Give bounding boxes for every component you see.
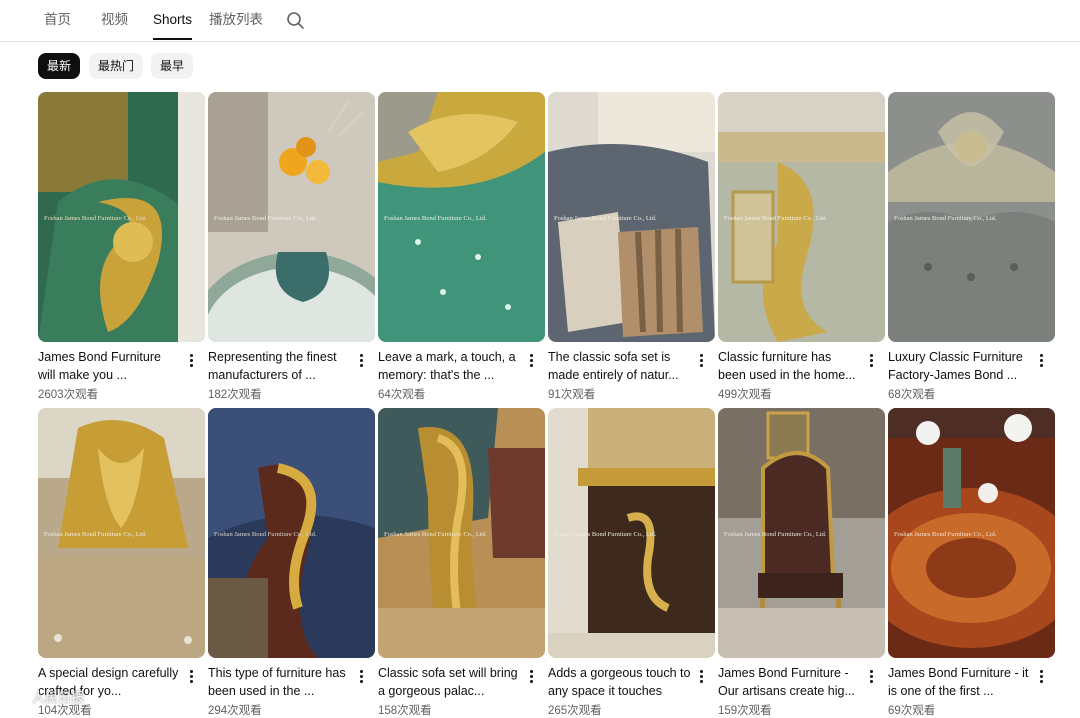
more-vert-icon[interactable] (524, 668, 538, 688)
short-title[interactable]: Representing the finest manufacturers of… (208, 348, 351, 384)
thumb-overlay-text: Foshan James Bond Furniture Co., Ltd. (384, 215, 487, 222)
channel-tabs: 首页 视频 Shorts 播放列表 (0, 0, 1080, 42)
thumb-overlay-text: Foshan James Bond Furniture Co., Ltd. (384, 531, 487, 538)
tab-playlists[interactable]: 播放列表 (209, 0, 263, 40)
short-thumbnail[interactable]: Foshan James Bond Furniture Co., Ltd. (38, 92, 205, 342)
watermark: 人民日报 (8, 683, 84, 709)
short-title[interactable]: James Bond Furniture - Our artisans crea… (718, 664, 861, 700)
short-views: 64次观看 (378, 389, 426, 401)
watermark-text: 人民日报 (32, 689, 85, 705)
chip-oldest[interactable]: 最早 (151, 53, 194, 79)
more-vert-icon[interactable] (694, 668, 708, 688)
thumb-overlay-text: Foshan James Bond Furniture Co., Ltd. (554, 215, 657, 222)
tab-videos[interactable]: 视频 (101, 0, 128, 40)
more-vert-icon[interactable] (354, 352, 368, 372)
short-thumbnail[interactable]: Foshan James Bond Furniture Co., Ltd. (208, 92, 375, 342)
short-views: 499次观看 (718, 389, 772, 401)
more-vert-icon[interactable] (184, 668, 198, 688)
more-vert-icon[interactable] (864, 668, 878, 688)
short-title[interactable]: Leave a mark, a touch, a memory: that's … (378, 348, 521, 384)
thumb-overlay-text: Foshan James Bond Furniture Co., Ltd. (44, 531, 147, 538)
short-views: 91次观看 (548, 389, 596, 401)
more-vert-icon[interactable] (1034, 352, 1048, 372)
more-vert-icon[interactable] (354, 668, 368, 688)
more-vert-icon[interactable] (1034, 668, 1048, 688)
watermark-logo-icon (9, 687, 27, 705)
thumb-overlay-text: Foshan James Bond Furniture Co., Ltd. (724, 531, 827, 538)
short-title[interactable]: Classic sofa set will bring a gorgeous p… (378, 664, 521, 700)
short-title[interactable]: James Bond Furniture will make you ... (38, 348, 181, 384)
short-thumbnail[interactable]: Foshan James Bond Furniture Co., Ltd. (718, 92, 885, 342)
short-title[interactable]: This type of furniture has been used in … (208, 664, 351, 700)
short-thumbnail[interactable]: Foshan James Bond Furniture Co., Ltd. (548, 408, 715, 658)
search-icon[interactable] (285, 10, 307, 32)
short-title[interactable]: Classic furniture has been used in the h… (718, 348, 861, 384)
short-views: 2603次观看 (38, 389, 99, 401)
chip-popular[interactable]: 最热门 (89, 53, 144, 79)
short-title[interactable]: Luxury Classic Furniture Factory-James B… (888, 348, 1031, 384)
tab-shorts[interactable]: Shorts (153, 0, 193, 40)
more-vert-icon[interactable] (184, 352, 198, 372)
more-vert-icon[interactable] (864, 352, 878, 372)
thumb-overlay-text: Foshan James Bond Furniture Co., Ltd. (894, 531, 997, 538)
short-thumbnail[interactable]: Foshan James Bond Furniture Co., Ltd. (888, 92, 1055, 342)
thumb-overlay-text: Foshan James Bond Furniture Co., Ltd. (214, 215, 317, 222)
short-thumbnail[interactable]: Foshan James Bond Furniture Co., Ltd. (888, 408, 1055, 658)
tab-home[interactable]: 首页 (44, 0, 71, 40)
thumb-overlay-text: Foshan James Bond Furniture Co., Ltd. (724, 215, 827, 222)
short-views: 182次观看 (208, 389, 262, 401)
thumb-overlay-text: Foshan James Bond Furniture Co., Ltd. (214, 531, 317, 538)
thumb-overlay-text: Foshan James Bond Furniture Co., Ltd. (554, 531, 657, 538)
short-title[interactable]: The classic sofa set is made entirely of… (548, 348, 691, 384)
short-thumbnail[interactable]: Foshan James Bond Furniture Co., Ltd. (548, 92, 715, 342)
thumb-overlay-text: Foshan James Bond Furniture Co., Ltd. (44, 215, 147, 222)
short-thumbnail[interactable]: Foshan James Bond Furniture Co., Ltd. (378, 92, 545, 342)
more-vert-icon[interactable] (694, 352, 708, 372)
short-thumbnail[interactable]: Foshan James Bond Furniture Co., Ltd. (718, 408, 885, 658)
chip-latest[interactable]: 最新 (38, 53, 81, 79)
short-thumbnail[interactable]: Foshan James Bond Furniture Co., Ltd. (208, 408, 375, 658)
short-views: 68次观看 (888, 389, 936, 401)
more-vert-icon[interactable] (524, 352, 538, 372)
thumb-overlay-text: Foshan James Bond Furniture Co., Ltd. (894, 215, 997, 222)
short-title[interactable]: James Bond Furniture - it is one of the … (888, 664, 1031, 700)
short-thumbnail[interactable]: Foshan James Bond Furniture Co., Ltd. (38, 408, 205, 658)
short-thumbnail[interactable]: Foshan James Bond Furniture Co., Ltd. (378, 408, 545, 658)
short-title[interactable]: Adds a gorgeous touch to any space it to… (548, 664, 691, 700)
